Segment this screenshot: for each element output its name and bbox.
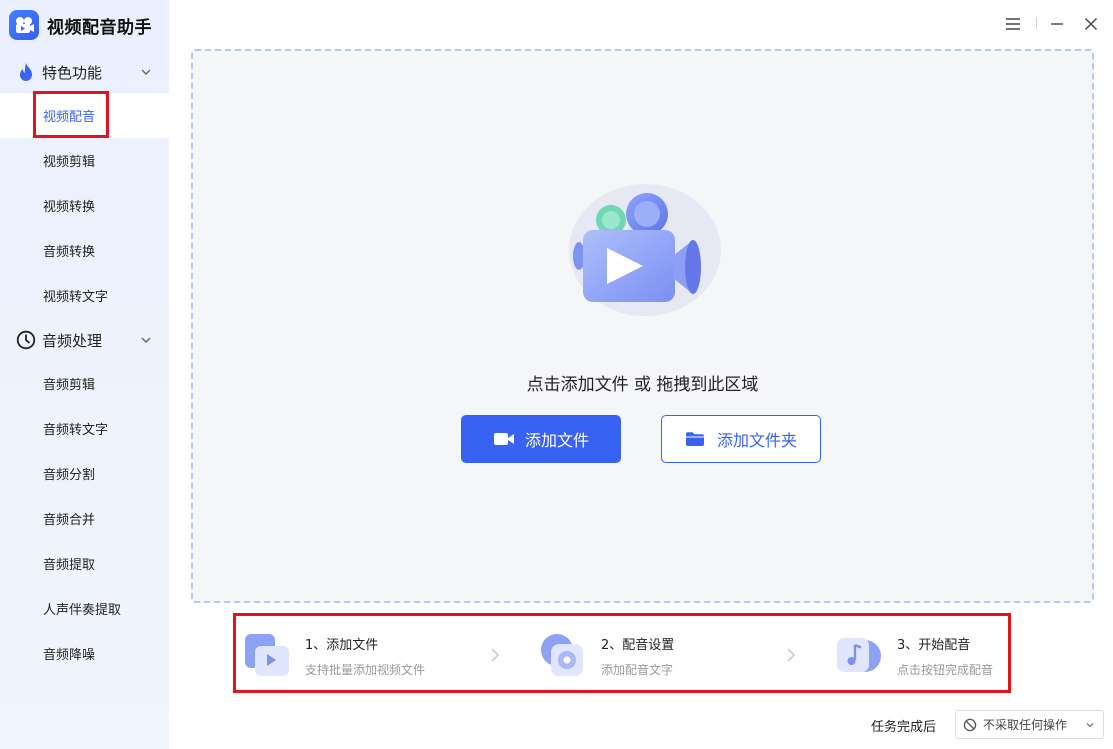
step-title: 3、开始配音 [897,638,971,653]
add-file-label: 添加文件 [524,433,589,450]
sidebar-item-audio-convert[interactable]: 音频转换 [0,228,169,273]
flame-icon [16,62,36,82]
sidebar-item-video-convert[interactable]: 视频转换 [0,183,169,228]
video-camera-icon [493,430,515,448]
step-desc: 添加配音文字 [601,663,674,677]
after-task-value: 不采取任何操作 [983,718,1068,732]
add-folder-button[interactable]: 添加文件夹 [661,415,821,463]
chevron-right-icon [491,648,500,662]
step-title: 2、配音设置 [601,638,675,653]
chevron-down-icon [141,69,151,75]
timer-icon [16,330,36,350]
sidebar-item-audio-merge[interactable]: 音频合并 [0,496,169,541]
step-desc: 支持批量添加视频文件 [305,663,426,677]
sidebar-item-video-to-text[interactable]: 视频转文字 [0,273,169,318]
chevron-right-icon [787,648,796,662]
sidebar-group-audio[interactable]: 音频处理 [0,322,169,358]
sidebar-item-video-edit[interactable]: 视频剪辑 [0,138,169,183]
sidebar-item-audio-to-text[interactable]: 音频转文字 [0,406,169,451]
sidebar: 视频配音助手 特色功能 视频配音 视频剪辑 视频转换 音频转换 视频转文字 音频… [0,0,169,749]
drop-zone-hint: 点击添加文件 或 拖拽到此区域 [526,375,759,395]
chevron-down-icon [1086,723,1094,728]
sidebar-group-label: 音频处理 [42,331,103,350]
add-file-button[interactable]: 添加文件 [461,415,621,463]
menu-icon[interactable] [1004,14,1022,34]
sidebar-group-label: 特色功能 [42,63,103,82]
minimize-icon[interactable] [1049,14,1065,34]
sidebar-item-audio-split[interactable]: 音频分割 [0,451,169,496]
step-title: 1、添加文件 [305,638,379,653]
app-logo-icon [9,10,39,40]
chevron-down-icon [141,337,151,343]
sidebar-group-featured[interactable]: 特色功能 [0,54,169,90]
sidebar-item-audio-extract[interactable]: 音频提取 [0,541,169,586]
sidebar-item-audio-denoise[interactable]: 音频降噪 [0,631,169,676]
file-drop-zone[interactable] [191,49,1094,603]
music-note-icon [837,638,881,672]
step-add-file: 1、添加文件 支持批量添加视频文件 [243,628,443,680]
window-control-divider [1036,17,1037,29]
video-file-icon [245,634,289,676]
after-task-label: 任务完成后 [871,720,937,735]
after-task-select[interactable]: 不采取任何操作 [955,710,1104,739]
add-folder-label: 添加文件夹 [716,433,797,450]
app-title: 视频配音助手 [47,17,152,38]
step-desc: 点击按钮完成配音 [897,663,994,677]
video-camera-illustration-icon [565,178,725,318]
sidebar-item-video-dubbing[interactable]: 视频配音 [0,93,169,138]
close-icon[interactable] [1083,14,1099,34]
steps-guide: 1、添加文件 支持批量添加视频文件 2、配音设置 添加配音文字 3、开始配音 点… [233,613,1011,693]
step-dubbing-settings: 2、配音设置 添加配音文字 [539,628,739,680]
disc-settings-icon [541,634,583,676]
step-start-dubbing: 3、开始配音 点击按钮完成配音 [835,628,1005,680]
folder-icon [685,430,707,448]
sidebar-item-audio-edit[interactable]: 音频剪辑 [0,361,169,406]
app-brand: 视频配音助手 [9,10,152,40]
ban-icon [963,718,977,731]
sidebar-item-vocal-separation[interactable]: 人声伴奏提取 [0,586,169,631]
